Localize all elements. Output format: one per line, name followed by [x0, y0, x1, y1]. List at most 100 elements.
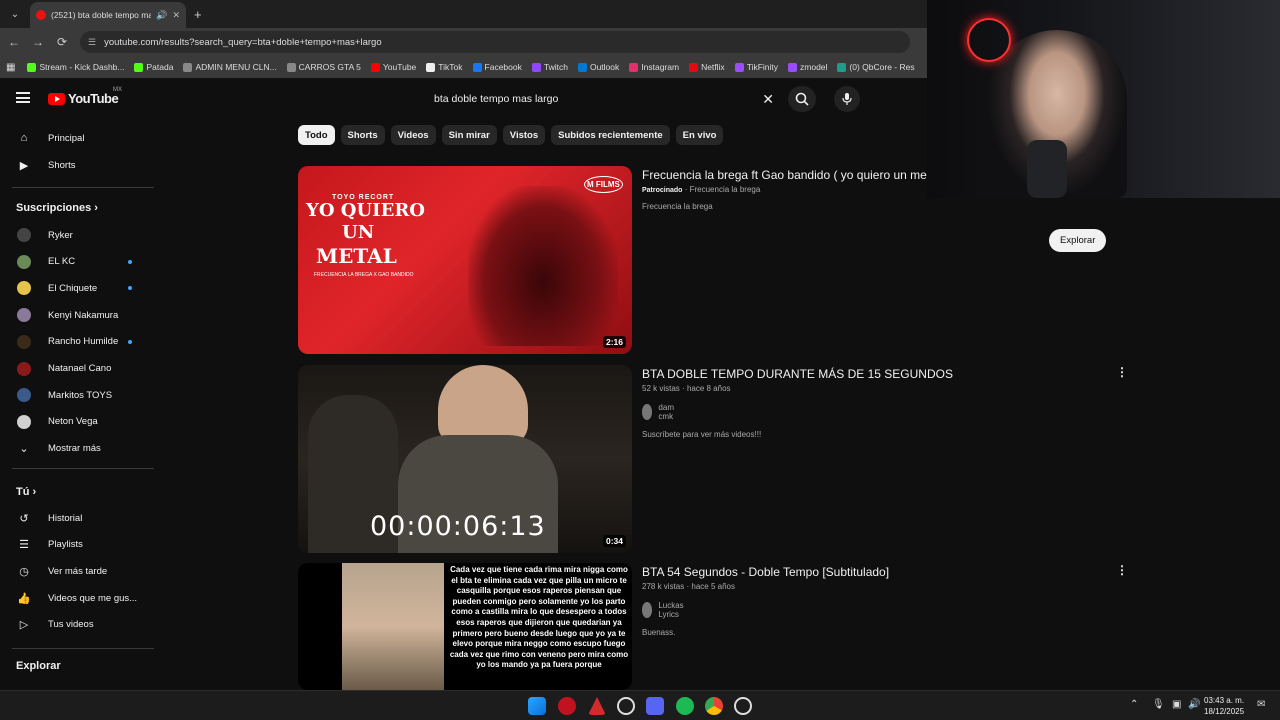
sidebar-item-subscription[interactable]: Rancho Humilde — [0, 330, 154, 354]
bookmark-item[interactable]: Netflix — [689, 62, 725, 72]
bookmark-item[interactable]: Stream - Kick Dashb... — [27, 62, 124, 72]
speaker-icon[interactable]: 🔊 — [156, 10, 167, 21]
new-tab-button[interactable]: + — [194, 7, 202, 22]
bookmark-item[interactable]: (0) QbCore - Res — [837, 62, 915, 72]
video-thumbnail[interactable]: TOYO RECORT M FILMS YO QUIERO UN METAL F… — [298, 166, 632, 354]
forward-icon[interactable]: → — [26, 35, 50, 49]
chip-en-vivo[interactable]: En vivo — [675, 125, 724, 145]
sidebar-item-shorts[interactable]: ▶ Shorts — [0, 153, 154, 177]
bookmark-item[interactable]: Twitch — [531, 62, 568, 72]
chip-subidos-recientemente[interactable]: Subidos recientemente — [551, 125, 670, 145]
volume-icon[interactable]: 🔊 — [1188, 699, 1200, 710]
upload-age: hace 5 años — [691, 582, 735, 591]
sidebar-item-label: Ver más tarde — [48, 565, 108, 577]
channel-avatar[interactable] — [642, 404, 653, 420]
sidebar-item-clock[interactable]: ◷ Ver más tarde — [0, 559, 154, 583]
chip-videos[interactable]: Videos — [390, 125, 436, 145]
search-button[interactable] — [788, 86, 816, 112]
voice-search-button[interactable] — [834, 86, 860, 112]
sidebar-item-subscription[interactable]: Ryker — [0, 223, 154, 247]
network-icon[interactable]: ▣ — [1172, 699, 1181, 710]
sponsored-label: Patrocinado — [642, 187, 683, 194]
bookmark-item[interactable]: Instagram — [629, 62, 679, 72]
app-icon[interactable] — [734, 697, 752, 715]
microphone-tray-icon[interactable]: 🎙 — [1152, 699, 1165, 710]
discord-icon[interactable] — [646, 697, 664, 715]
new-content-dot — [128, 286, 132, 291]
channel-name[interactable]: dam cmk — [658, 403, 679, 421]
more-actions-icon[interactable]: ⋮ — [1116, 563, 1128, 577]
video-title[interactable]: BTA 54 Segundos - Doble Tempo [Subtitula… — [642, 565, 889, 579]
bookmark-item[interactable]: Outlook — [577, 62, 619, 72]
youtube-logo[interactable]: YouTube MX — [48, 87, 122, 106]
chip-sin-mirar[interactable]: Sin mirar — [441, 125, 497, 145]
tab-search-button[interactable]: ⌄ — [4, 3, 26, 25]
clock-time: 03:43 a. m. — [1204, 696, 1245, 705]
sidebar-show-more[interactable]: ⌄ Mostrar más — [0, 436, 154, 460]
channel-row[interactable]: Luckas Lyrics — [642, 601, 689, 619]
reload-icon[interactable]: ⟳ — [50, 35, 74, 49]
chrome-icon[interactable] — [705, 697, 723, 715]
sidebar-item-label: Tus videos — [48, 619, 94, 631]
opera-icon[interactable] — [558, 697, 576, 715]
settings-icon[interactable] — [617, 697, 635, 715]
chevron-up-icon[interactable]: ⌃ — [1130, 699, 1138, 710]
bookmark-label: zmodel — [800, 62, 828, 72]
explore-header[interactable]: Explorar — [16, 660, 61, 672]
valorant-icon[interactable] — [588, 697, 606, 715]
video-title[interactable]: Frecuencia la brega ft Gao bandido ( yo … — [642, 168, 940, 182]
bookmark-item[interactable]: TikTok — [426, 62, 463, 72]
clear-search-icon[interactable]: ✕ — [762, 91, 774, 108]
thumb-subline: FRECUENCIA LA BREGA X GAO BANDIDO — [314, 272, 414, 278]
sidebar-item-video[interactable]: ▷ Tus videos — [0, 613, 154, 637]
bookmark-item[interactable]: CARROS GTA 5 — [286, 62, 361, 72]
video-thumbnail[interactable]: Cada vez que tiene cada rima mira nigga … — [298, 563, 632, 690]
sidebar-item-playlist[interactable]: ☰ Playlists — [0, 533, 154, 557]
sidebar-item-home[interactable]: ⌂ Principal — [0, 126, 154, 150]
bookmark-item[interactable]: zmodel — [788, 62, 827, 72]
subscriptions-header[interactable]: Suscripciones › — [16, 202, 98, 214]
more-actions-icon[interactable]: ⋮ — [1116, 365, 1128, 379]
explore-button[interactable]: Explorar — [1049, 229, 1107, 252]
sidebar-item-subscription[interactable]: Markitos TOYS — [0, 383, 154, 407]
channel-name[interactable]: Frecuencia la brega — [690, 185, 761, 194]
channel-name[interactable]: Luckas Lyrics — [658, 601, 689, 619]
bookmark-item[interactable]: TikFinity — [734, 62, 778, 72]
url-field[interactable]: ☰ youtube.com/results?search_query=bta+d… — [80, 31, 910, 53]
sidebar-item-label: Ryker — [48, 229, 73, 241]
close-tab-icon[interactable]: ✕ — [172, 10, 180, 21]
you-header[interactable]: Tú › — [16, 486, 36, 498]
sidebar-item-label: Kenyi Nakamura — [48, 309, 119, 321]
bookmark-item[interactable]: Facebook — [472, 62, 522, 72]
sidebar-item-subscription[interactable]: EL KC — [0, 250, 154, 274]
clock[interactable]: 03:43 a. m. 18/12/2025 — [1204, 695, 1244, 717]
back-icon[interactable]: ← — [2, 35, 26, 49]
site-info-icon[interactable]: ☰ — [88, 37, 96, 48]
chip-todo[interactable]: Todo — [298, 125, 335, 145]
chip-vistos[interactable]: Vistos — [502, 125, 546, 145]
sidebar-item-like[interactable]: 👍 Videos que me gus... — [0, 586, 154, 610]
browser-tab[interactable]: (2521) bta doble tempo ma 🔊 ✕ — [30, 2, 186, 28]
bookmark-item[interactable]: Patada — [134, 62, 173, 72]
notification-icon[interactable]: ✉ — [1257, 699, 1265, 710]
video-title[interactable]: BTA DOBLE TEMPO DURANTE MÁS DE 15 SEGUND… — [642, 367, 953, 381]
bookmark-label: Twitch — [543, 62, 568, 72]
spotify-icon[interactable] — [676, 697, 694, 715]
channel-row[interactable]: dam cmk — [642, 403, 680, 421]
video-description: Suscríbete para ver más videos!!! — [642, 430, 762, 439]
bookmark-item[interactable]: YouTube — [370, 62, 416, 72]
logo-wordmark: YouTube — [68, 91, 119, 106]
sidebar-item-subscription[interactable]: Natanael Cano — [0, 357, 154, 381]
search-input[interactable]: bta doble tempo mas largo ✕ — [424, 86, 784, 112]
sidebar-item-subscription[interactable]: Neton Vega — [0, 410, 154, 434]
chip-shorts[interactable]: Shorts — [340, 125, 385, 145]
apps-icon[interactable]: ▦ — [6, 62, 15, 73]
bookmark-item[interactable]: ADMIN MENU CLN... — [183, 62, 277, 72]
video-thumbnail[interactable]: 00:00:06:13 0:34 — [298, 365, 632, 553]
sidebar-item-history[interactable]: ↺ Historial — [0, 506, 154, 530]
channel-avatar[interactable] — [642, 602, 653, 618]
sidebar-item-subscription[interactable]: El Chiquete — [0, 276, 154, 300]
sidebar-item-subscription[interactable]: Kenyi Nakamura — [0, 303, 154, 327]
menu-icon[interactable] — [16, 92, 30, 103]
windows-start-icon[interactable] — [528, 697, 546, 715]
